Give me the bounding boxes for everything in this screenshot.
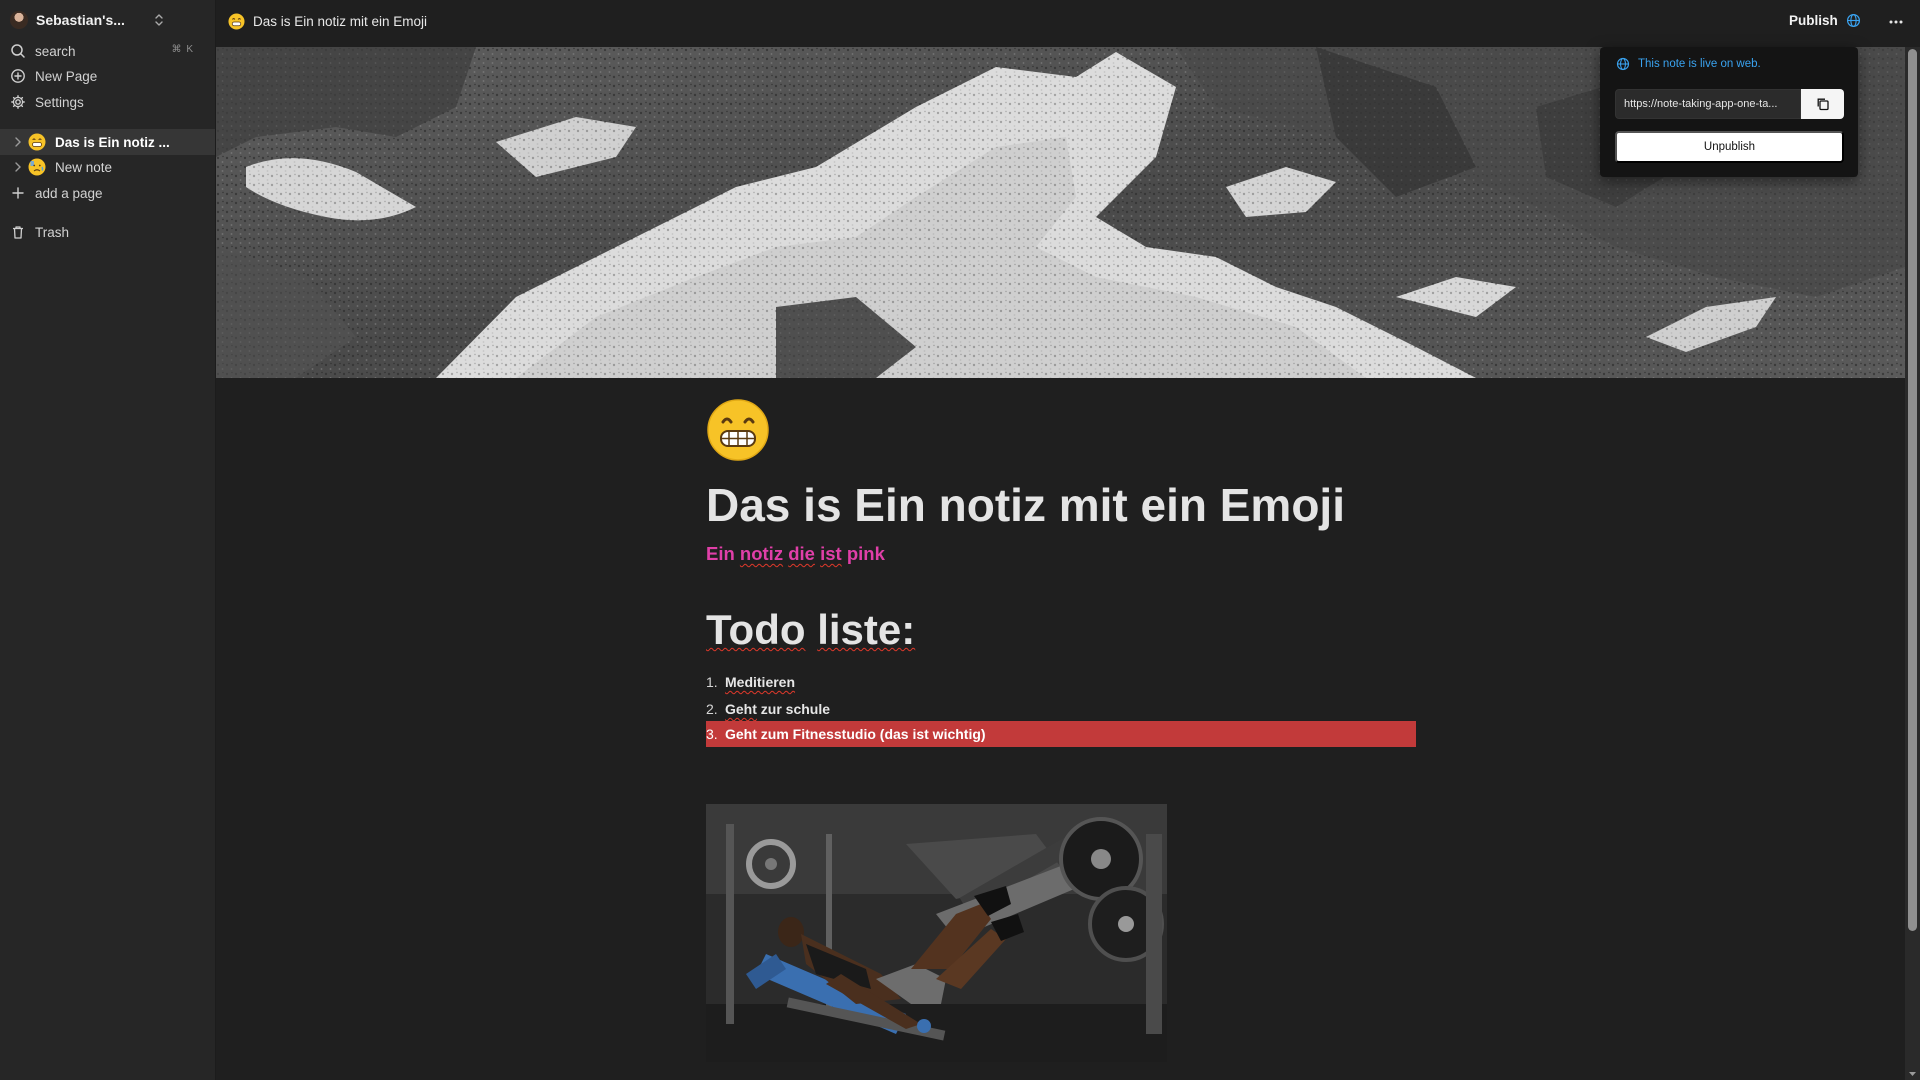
publish-popover: This note is live on web. Unpublish	[1600, 47, 1858, 177]
app-window: Sebastian's... search ⌘ K New Page Setti…	[0, 0, 1920, 1080]
page-title[interactable]: Das is Ein notiz mit ein Emoji	[706, 478, 1345, 532]
globe-icon	[1616, 57, 1630, 71]
sidebar-page-label: New note	[55, 159, 113, 175]
new-page-label: New Page	[35, 68, 98, 84]
publish-button[interactable]: Publish	[1789, 13, 1861, 28]
scroll-down-arrow-icon[interactable]	[1908, 1070, 1917, 1078]
more-options-button[interactable]	[1884, 10, 1908, 34]
add-page-label: add a page	[35, 185, 103, 201]
copy-url-button[interactable]	[1801, 89, 1844, 119]
pink-word: die	[788, 543, 815, 564]
chevron-right-icon[interactable]	[8, 137, 28, 147]
plus-icon	[12, 187, 24, 199]
plus-circle-icon	[11, 69, 25, 83]
scrollbar-thumb[interactable]	[1908, 49, 1917, 931]
todo-heading[interactable]: Todo liste:	[706, 606, 915, 654]
todo-text: Meditieren	[725, 674, 796, 690]
grinning-face-emoji-icon	[228, 13, 245, 30]
todo-text: Geht zum Fitnesstudio (das ist wichtig)	[725, 726, 986, 742]
todo-item-highlighted[interactable]: 3. Geht zum Fitnesstudio (das ist wichti…	[706, 721, 1416, 747]
pink-text-block[interactable]: Ein notiz die ist pink	[706, 543, 885, 565]
todo-text: schule	[785, 701, 831, 717]
pink-word: ist	[820, 543, 842, 564]
sidebar: Sebastian's... search ⌘ K New Page Setti…	[0, 0, 216, 1080]
copy-icon	[1817, 98, 1829, 111]
todo-text: Geht	[725, 701, 757, 717]
workspace-switcher[interactable]: Sebastian's...	[10, 8, 166, 32]
grinning-face-emoji-icon[interactable]	[706, 398, 770, 462]
breadcrumb-title: Das is Ein notiz mit ein Emoji	[253, 14, 428, 29]
share-url-group	[1615, 89, 1844, 119]
pink-word: pink	[846, 543, 885, 564]
gym-photo[interactable]	[706, 804, 1167, 1062]
avatar	[10, 11, 28, 29]
live-status: This note is live on web.	[1616, 57, 1761, 71]
todo-text: zur	[760, 701, 782, 717]
sidebar-add-page[interactable]: add a page	[10, 181, 206, 205]
sidebar-settings[interactable]: Settings	[10, 90, 206, 114]
chevron-right-icon[interactable]	[8, 162, 28, 172]
todo-item[interactable]: 1. Meditieren	[706, 669, 1416, 695]
gym-leg-press-image	[706, 804, 1167, 1062]
workspace-name: Sebastian's...	[36, 12, 125, 28]
gear-icon	[11, 95, 25, 109]
todo-number: 3.	[706, 726, 718, 742]
unpublish-button[interactable]: Unpublish	[1615, 131, 1844, 163]
grinning-face-emoji-icon	[28, 133, 46, 151]
heading-word: Todo	[706, 606, 806, 653]
live-status-text: This note is live on web.	[1638, 58, 1761, 70]
sidebar-page-das-is-ein-notiz[interactable]: Das is Ein notiz ...	[0, 129, 215, 155]
sidebar-page-label: Das is Ein notiz ...	[55, 134, 170, 150]
pink-word: notiz	[739, 543, 784, 564]
todo-item[interactable]: 2. Geht zur schule	[706, 696, 1416, 722]
globe-icon	[1846, 13, 1860, 28]
sidebar-new-page[interactable]: New Page	[10, 64, 206, 88]
todo-number: 2.	[706, 701, 718, 717]
chevron-up-down-icon[interactable]	[152, 12, 166, 28]
search-icon	[11, 44, 25, 58]
heading-word: liste:	[817, 606, 916, 653]
publish-label: Publish	[1789, 13, 1838, 28]
settings-label: Settings	[35, 94, 84, 110]
todo-number: 1.	[706, 674, 718, 690]
pink-word: Ein	[706, 543, 735, 564]
search-shortcut: ⌘ K	[171, 44, 194, 55]
anxious-face-emoji-icon	[28, 158, 46, 176]
trash-label: Trash	[35, 224, 70, 240]
trash-icon	[13, 226, 23, 239]
share-url-input[interactable]	[1615, 89, 1801, 119]
sidebar-page-new-note[interactable]: New note	[0, 154, 215, 180]
scrollbar[interactable]	[1905, 47, 1920, 1080]
sidebar-search[interactable]: search ⌘ K	[10, 39, 206, 63]
breadcrumb[interactable]: Das is Ein notiz mit ein Emoji	[228, 13, 427, 30]
top-bar: Das is Ein notiz mit ein Emoji Publish	[216, 0, 1920, 46]
search-label: search	[35, 43, 76, 59]
sidebar-trash[interactable]: Trash	[10, 220, 206, 244]
more-horizontal-icon	[1889, 20, 1903, 24]
